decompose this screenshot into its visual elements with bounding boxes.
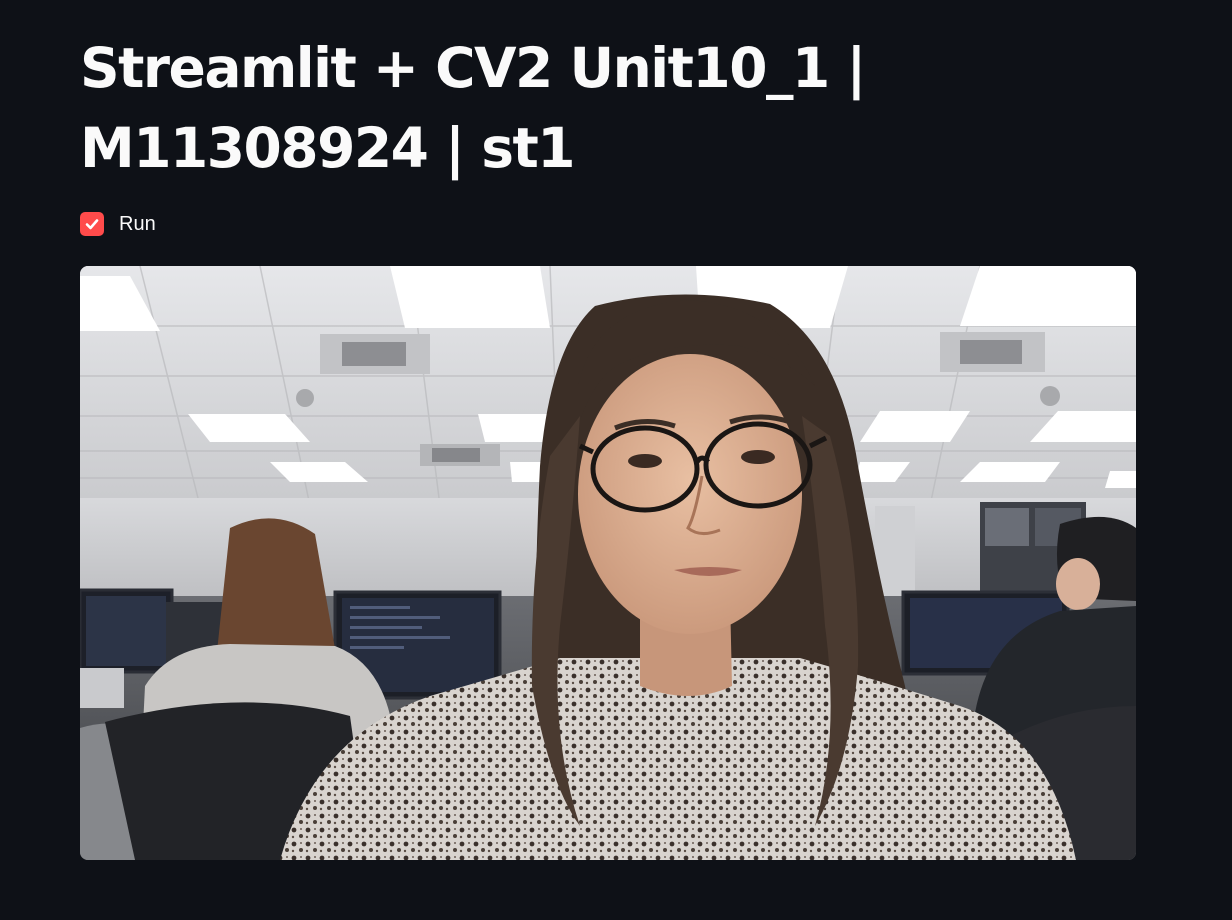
run-checkbox[interactable]: Run xyxy=(80,211,156,237)
run-checkbox-label: Run xyxy=(119,212,156,235)
page-title: Streamlit + CV2 Unit10_1 | M11308924 | s… xyxy=(80,36,866,180)
checkbox-checked-icon[interactable] xyxy=(80,212,104,236)
webcam-video-frame xyxy=(80,266,1136,860)
streamlit-app: Streamlit + CV2 Unit10_1 | M11308924 | s… xyxy=(0,0,1232,920)
